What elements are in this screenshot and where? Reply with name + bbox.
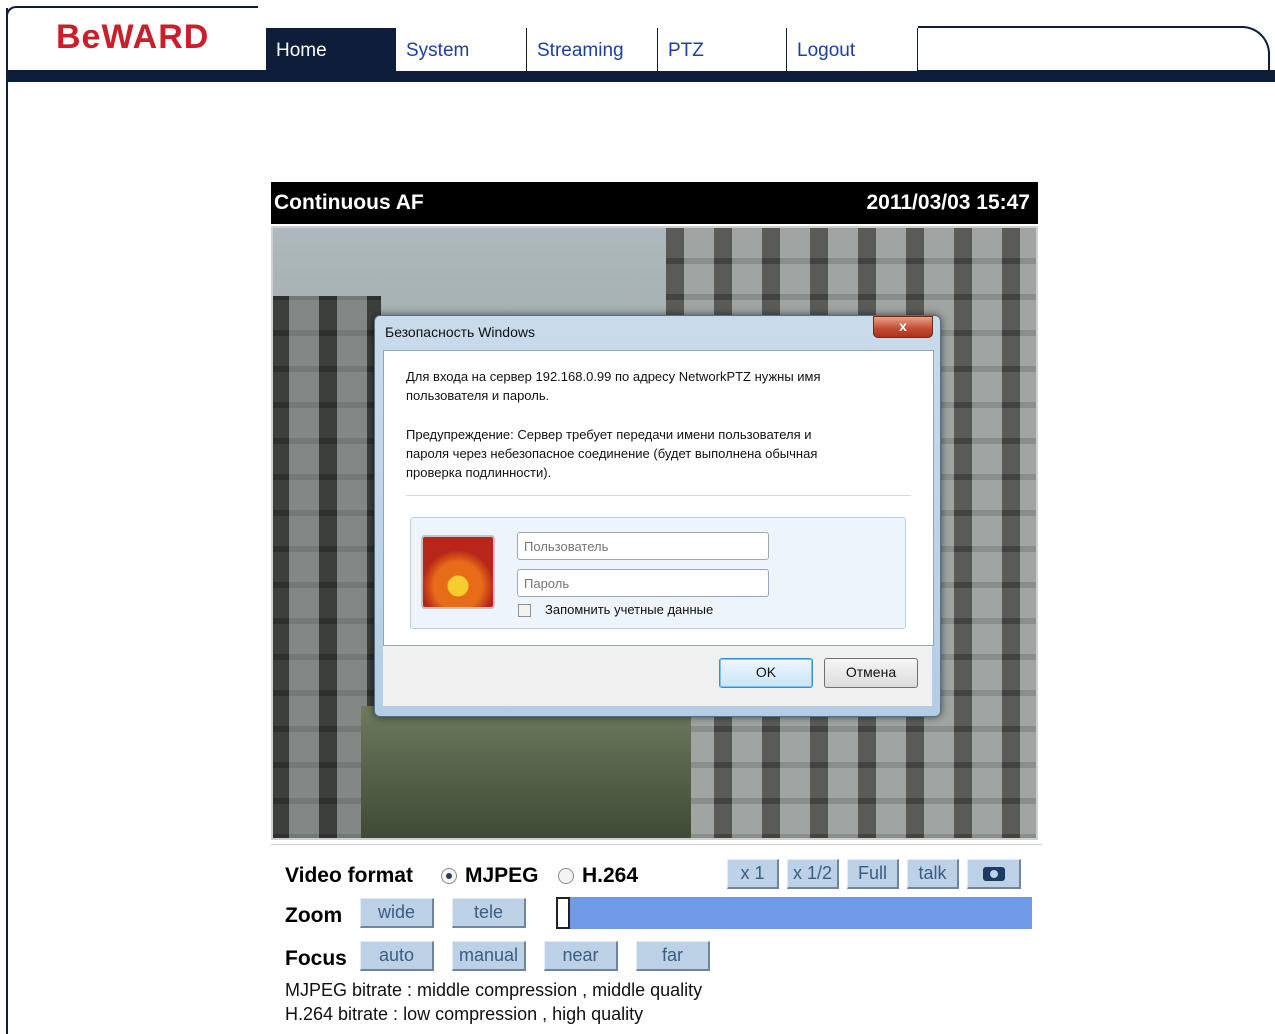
viewer-timestamp: 2011/03/03 15:47 xyxy=(866,191,1031,214)
snapshot-button[interactable] xyxy=(967,859,1021,889)
zoom-label: Zoom xyxy=(285,904,343,927)
video-street xyxy=(361,706,691,840)
warning-line-2: пароля через небезопасное соединение (бу… xyxy=(406,446,818,461)
focus-manual-button[interactable]: manual xyxy=(452,941,526,971)
mjpeg-radio[interactable] xyxy=(441,868,457,884)
warning-line-1: Предупреждение: Сервер требует передачи … xyxy=(406,427,812,442)
dialog-body: Для входа на сервер 192.168.0.99 по адре… xyxy=(383,350,934,646)
dialog-footer: OK Отмена xyxy=(383,646,932,706)
zoom-slider-handle[interactable] xyxy=(556,897,570,929)
user-avatar-icon xyxy=(421,535,495,609)
focus-label: Focus xyxy=(285,947,347,970)
remember-label: Запомнить учетные данные xyxy=(545,602,714,617)
focus-auto-button[interactable]: auto xyxy=(360,941,434,971)
mjpeg-label: MJPEG xyxy=(465,864,539,887)
message-line-1: Для входа на сервер 192.168.0.99 по адре… xyxy=(406,369,821,384)
tab-logout[interactable]: Logout xyxy=(787,28,918,71)
tab-ptz[interactable]: PTZ xyxy=(658,28,787,71)
size-half-button[interactable]: x 1/2 xyxy=(787,859,839,889)
zoom-slider-track[interactable] xyxy=(570,897,1032,929)
dialog-warning: Предупреждение: Сервер требует передачи … xyxy=(406,425,906,482)
ok-button[interactable]: OK xyxy=(719,658,813,688)
credentials-panel: Запомнить учетные данные xyxy=(410,517,906,629)
page-frame-left xyxy=(6,8,8,1034)
password-field[interactable] xyxy=(517,569,769,597)
tab-home[interactable]: Home xyxy=(266,28,396,71)
dialog-title: Безопасность Windows xyxy=(385,324,535,340)
video-format-label: Video format xyxy=(285,864,413,887)
size-x1-button[interactable]: x 1 xyxy=(727,859,779,889)
focus-near-button[interactable]: near xyxy=(544,941,618,971)
zoom-wide-button[interactable]: wide xyxy=(360,898,434,928)
warning-line-3: проверка подлинности). xyxy=(406,465,552,480)
dialog-separator xyxy=(406,495,911,496)
viewer-title-bar: Continuous AF 2011/03/03 15:47 xyxy=(271,182,1038,224)
h264-label: H.264 xyxy=(582,864,639,887)
beward-logo: BeWARD xyxy=(56,18,210,56)
remember-checkbox[interactable] xyxy=(518,604,531,617)
message-line-2: пользователя и пароль. xyxy=(406,388,550,403)
zoom-tele-button[interactable]: tele xyxy=(452,898,526,928)
cancel-button[interactable]: Отмена xyxy=(824,658,918,688)
mjpeg-bitrate-info: MJPEG bitrate : middle compression , mid… xyxy=(285,980,703,1000)
windows-security-dialog: Безопасность Windows x Для входа на серв… xyxy=(374,315,941,717)
fullscreen-button[interactable]: Full xyxy=(847,859,899,889)
h264-radio[interactable] xyxy=(558,868,574,884)
tab-streaming[interactable]: Streaming xyxy=(527,28,658,71)
dialog-message: Для входа на сервер 192.168.0.99 по адре… xyxy=(406,367,906,405)
close-button[interactable]: x xyxy=(873,316,933,338)
controls-divider xyxy=(271,844,1042,845)
tab-system[interactable]: System xyxy=(396,28,527,71)
focus-far-button[interactable]: far xyxy=(636,941,710,971)
username-field[interactable] xyxy=(517,532,769,560)
camera-icon xyxy=(982,867,1005,881)
h264-bitrate-info: H.264 bitrate : low compression , high q… xyxy=(285,1004,644,1024)
talk-button[interactable]: talk xyxy=(907,859,959,889)
viewer-mode-label: Continuous AF xyxy=(274,191,424,214)
navbar-strip xyxy=(8,70,1275,82)
